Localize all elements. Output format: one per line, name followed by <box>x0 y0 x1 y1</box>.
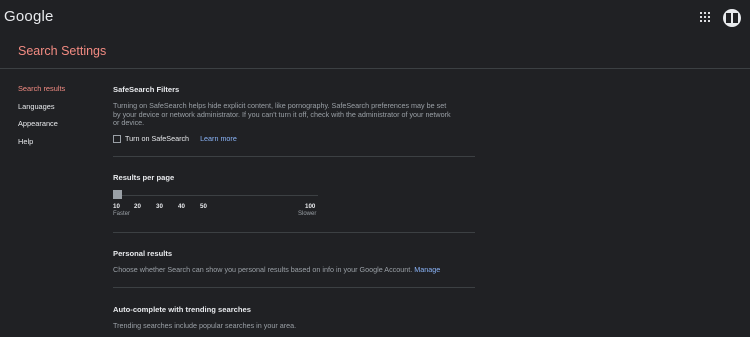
learn-more-link[interactable]: Learn more <box>200 134 237 143</box>
slider-tick-label: 30 <box>156 203 163 210</box>
header-divider <box>0 68 750 69</box>
top-bar: Google <box>0 0 750 36</box>
slider-min-label: Faster <box>113 211 131 217</box>
slider-max-label: Slower <box>298 211 317 217</box>
sidebar-item-appearance[interactable]: Appearance <box>18 119 65 137</box>
autocomplete-title: Auto-complete with trending searches <box>113 305 251 314</box>
slider-track[interactable] <box>113 195 318 196</box>
sidebar-item-help[interactable]: Help <box>18 137 65 155</box>
results-per-page-slider[interactable] <box>113 190 318 200</box>
autocomplete-description: Trending searches include popular search… <box>113 321 297 330</box>
safesearch-description: Turning on SafeSearch helps hide explici… <box>113 101 475 128</box>
page-title: Search Settings <box>18 44 107 58</box>
slider-tick-label: 40 <box>178 203 185 210</box>
safesearch-desc-line: or device. <box>113 118 145 128</box>
sidebar-item-languages[interactable]: Languages <box>18 102 65 120</box>
safesearch-title: SafeSearch Filters <box>113 85 180 94</box>
account-avatar-icon[interactable] <box>723 9 741 27</box>
safesearch-checkbox-label[interactable]: Turn on SafeSearch <box>125 134 189 143</box>
sidebar-nav: Search results Languages Appearance Help <box>18 84 65 154</box>
safesearch-toggle-row: Turn on SafeSearch Learn more <box>113 134 237 143</box>
slider-tick-label: 50 <box>200 203 207 210</box>
slider-tick-label: 20 <box>134 203 141 210</box>
personal-results-desc-text: Choose whether Search can show you perso… <box>113 265 413 274</box>
safesearch-desc-line: by your device or network administrator.… <box>113 109 451 119</box>
slider-tick-label: 10 <box>113 203 120 210</box>
apps-grid-icon[interactable] <box>700 12 710 22</box>
personal-results-title: Personal results <box>113 249 173 258</box>
section-divider <box>113 232 475 233</box>
safesearch-checkbox[interactable] <box>113 134 121 143</box>
sidebar-item-search-results[interactable]: Search results <box>18 84 65 102</box>
section-divider <box>113 156 475 157</box>
personal-results-description: Choose whether Search can show you perso… <box>113 265 475 275</box>
slider-thumb[interactable] <box>113 190 122 199</box>
manage-link[interactable]: Manage <box>414 265 440 274</box>
google-logo[interactable]: Google <box>4 8 54 25</box>
slider-tick-label: 100 <box>305 203 316 210</box>
results-per-page-title: Results per page <box>113 173 175 182</box>
section-divider <box>113 287 475 288</box>
